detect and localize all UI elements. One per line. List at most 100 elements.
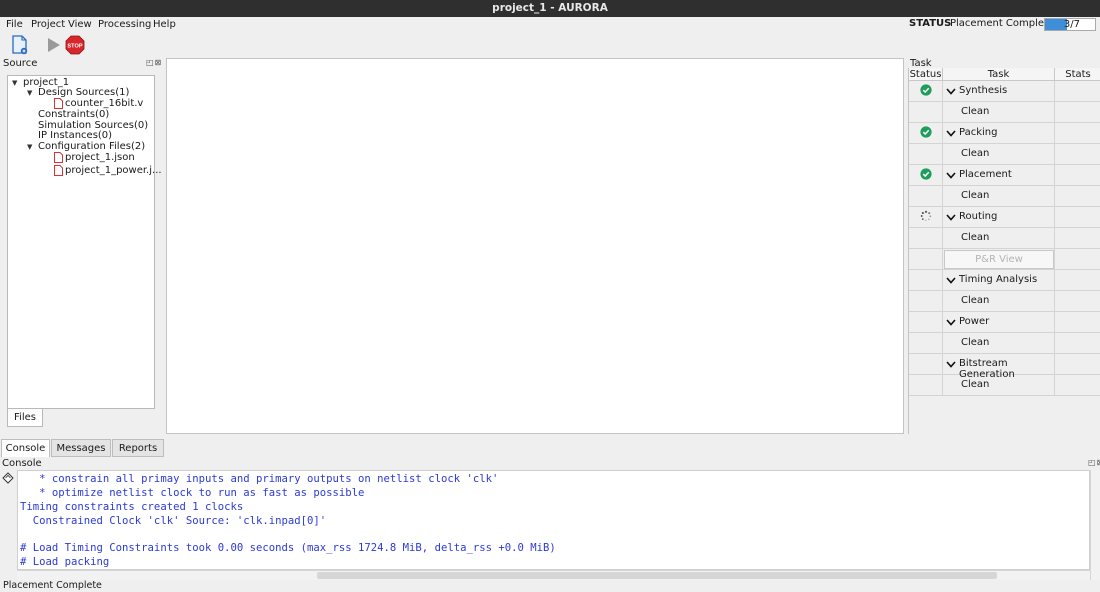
task-name-cell: Clean	[943, 228, 1055, 249]
task-stats-cell	[1055, 165, 1100, 186]
task-row-placement[interactable]: Placement	[909, 165, 1100, 186]
pnr-view-button[interactable]: P&R View	[944, 250, 1054, 269]
status-bar-text: Placement Complete	[3, 580, 102, 591]
status-text: Placement Complete	[950, 18, 1055, 29]
task-stats-cell	[1055, 333, 1100, 354]
task-row-bitstream-generation[interactable]: Bitstream Generation	[909, 354, 1100, 380]
task-name-cell: Clean	[943, 186, 1055, 207]
console-dock-buttons[interactable]: ◰⊠	[1088, 458, 1100, 467]
task-row-timing-analysis-clean[interactable]: Clean	[909, 291, 1100, 312]
task-status-cell	[909, 186, 943, 207]
console-vertical-scrollbar[interactable]	[1090, 470, 1100, 580]
run-icon[interactable]	[44, 35, 64, 55]
expand-arrow-icon[interactable]: ▼	[27, 143, 32, 151]
task-row-routing[interactable]: Routing	[909, 207, 1100, 228]
tree-item-design-file[interactable]: counter_16bit.v	[65, 98, 143, 109]
tab-reports[interactable]: Reports	[112, 439, 164, 457]
window-title: project_1 - AURORA	[0, 0, 1100, 17]
task-row-synthesis-clean[interactable]: Clean	[909, 102, 1100, 123]
spinner-icon	[920, 210, 932, 222]
task-name: Routing	[959, 211, 998, 222]
console-line: # Load packing	[20, 556, 110, 568]
tree-item-constraints[interactable]: Constraints(0)	[38, 109, 109, 120]
menu-view[interactable]: View	[68, 18, 92, 31]
menu-help[interactable]: Help	[153, 18, 176, 31]
editor-area[interactable]	[166, 58, 904, 434]
stop-icon-label: STOP	[67, 44, 82, 50]
task-stats-cell	[1055, 207, 1100, 228]
expand-arrow-icon[interactable]: ▼	[27, 89, 32, 97]
console-line: # Load Timing Constraints took 0.00 seco…	[20, 542, 556, 554]
task-stats-cell	[1055, 249, 1100, 270]
task-status-cell	[909, 81, 943, 102]
chevron-down-icon[interactable]	[946, 170, 956, 180]
menu-processing[interactable]: Processing	[98, 18, 151, 31]
menu-file[interactable]: File	[6, 18, 23, 31]
clean-action[interactable]: Clean	[961, 232, 989, 243]
source-panel-title: Source	[3, 58, 38, 69]
task-row-routing-clean[interactable]: Clean	[909, 228, 1100, 249]
tab-messages[interactable]: Messages	[51, 439, 111, 457]
stop-icon[interactable]: STOP	[65, 35, 85, 55]
task-row-timing-analysis[interactable]: Timing Analysis	[909, 270, 1100, 291]
check-circle-icon	[920, 126, 932, 138]
task-stats-cell	[1055, 123, 1100, 144]
chevron-down-icon[interactable]	[946, 317, 956, 327]
task-row-power-clean[interactable]: Clean	[909, 333, 1100, 354]
task-row-power[interactable]: Power	[909, 312, 1100, 333]
console-line: Timing constraints created 1 clocks	[20, 501, 244, 513]
toolbar: STOP	[0, 32, 1100, 56]
console-output[interactable]: * constrain all primay inputs and primar…	[17, 470, 1090, 570]
tree-item-config-file-1[interactable]: project_1.json	[65, 152, 135, 163]
console-title: Console	[2, 458, 42, 469]
task-name-cell: Synthesis	[943, 81, 1055, 102]
check-circle-icon	[920, 84, 932, 96]
task-name-cell: Packing	[943, 123, 1055, 144]
task-row-synthesis[interactable]: Synthesis	[909, 81, 1100, 102]
clean-action[interactable]: Clean	[961, 190, 989, 201]
clean-action[interactable]: Clean	[961, 337, 989, 348]
file-icon	[54, 98, 63, 109]
clean-action[interactable]: Clean	[961, 295, 989, 306]
task-status-cell	[909, 375, 943, 396]
chevron-down-icon[interactable]	[946, 275, 956, 285]
clean-action[interactable]: Clean	[961, 379, 989, 390]
task-stats-cell	[1055, 144, 1100, 165]
scrollbar-thumb[interactable]	[317, 572, 997, 579]
task-row-packing[interactable]: Packing	[909, 123, 1100, 144]
tab-console[interactable]: Console	[1, 439, 50, 457]
menu-project[interactable]: Project	[31, 18, 65, 31]
clean-action[interactable]: Clean	[961, 148, 989, 159]
tab-files[interactable]: Files	[7, 409, 43, 427]
source-dock-buttons[interactable]: ◰⊠	[146, 58, 162, 67]
chevron-down-icon[interactable]	[946, 359, 956, 369]
chevron-down-icon[interactable]	[946, 86, 956, 96]
task-row-bitstream-generation-clean[interactable]: Clean	[909, 375, 1100, 396]
chevron-down-icon[interactable]	[946, 128, 956, 138]
task-name-cell: Clean	[943, 144, 1055, 165]
column-header-task[interactable]: Task	[943, 68, 1055, 81]
tree-item-ip-instances[interactable]: IP Instances(0)	[38, 130, 112, 141]
console-line: * optimize netlist clock to run as fast …	[20, 487, 365, 499]
clean-action[interactable]: Clean	[961, 106, 989, 117]
clear-console-icon[interactable]	[2, 472, 14, 484]
task-name: Power	[959, 316, 990, 327]
chevron-down-icon[interactable]	[946, 212, 956, 222]
column-header-status[interactable]: Status	[909, 68, 943, 81]
column-header-stats[interactable]: Stats	[1055, 68, 1100, 81]
task-status-cell	[909, 207, 943, 228]
task-name-cell: Power	[943, 312, 1055, 333]
task-name-cell: Routing	[943, 207, 1055, 228]
task-name-cell: Clean	[943, 291, 1055, 312]
progress-text: 3/7	[1063, 19, 1080, 30]
expand-arrow-icon[interactable]: ▼	[12, 79, 17, 87]
tree-item-config-file-2[interactable]: project_1_power.j...	[65, 165, 162, 176]
console-horizontal-scrollbar[interactable]	[17, 570, 1090, 580]
task-row-packing-clean[interactable]: Clean	[909, 144, 1100, 165]
task-name: Synthesis	[959, 85, 1008, 96]
tree-item-configuration-files[interactable]: Configuration Files(2)	[38, 141, 145, 152]
new-project-icon[interactable]	[10, 35, 30, 55]
tree-item-design-sources[interactable]: Design Sources(1)	[38, 87, 129, 98]
task-row-placement-clean[interactable]: Clean	[909, 186, 1100, 207]
task-stats-cell	[1055, 228, 1100, 249]
